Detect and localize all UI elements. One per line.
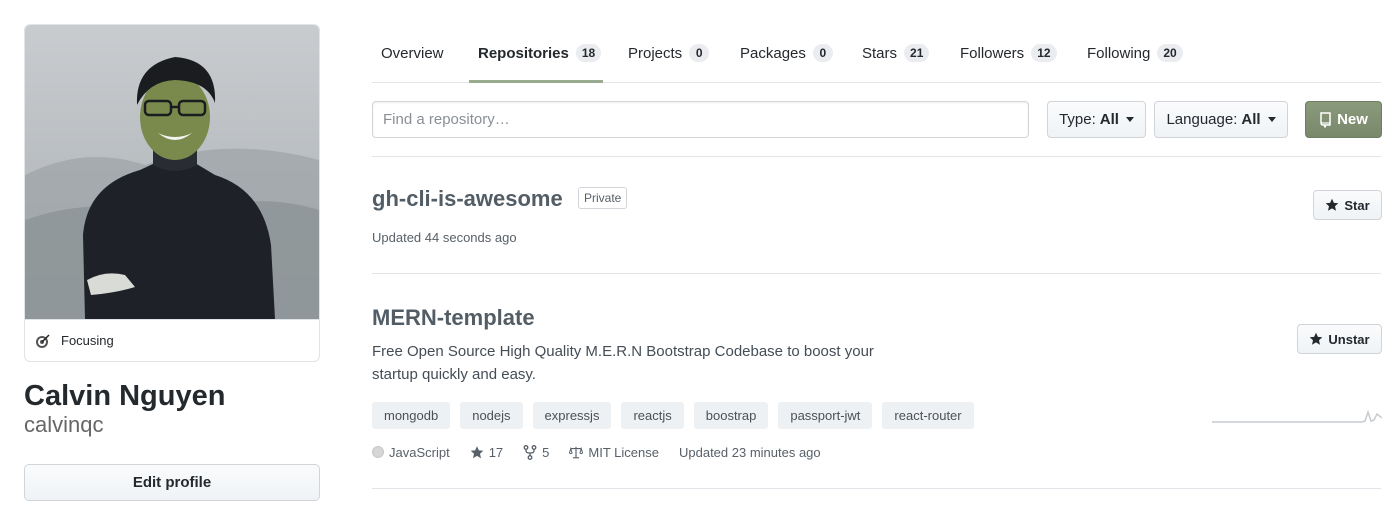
tab-overview[interactable]: Overview (381, 24, 444, 82)
tab-label: Overview (381, 44, 444, 62)
type-filter-value: All (1099, 111, 1119, 128)
repo-description-line: Free Open Source High Quality M.E.R.N Bo… (372, 343, 874, 360)
user-status[interactable]: Focusing (25, 319, 319, 361)
profile-username: calvinqc (24, 412, 104, 437)
repo-link[interactable]: gh-cli-is-awesome (372, 186, 563, 212)
repo-stars-link[interactable]: 17 (470, 445, 503, 460)
tab-label: Followers (960, 44, 1025, 62)
law-icon (569, 446, 584, 458)
profile-tabs: Overview Repositories 18 Projects 0 Pack… (372, 24, 1381, 83)
topic-tag[interactable]: reactjs (621, 402, 684, 429)
status-text: Focusing (61, 333, 114, 348)
topic-tag[interactable]: nodejs (460, 402, 523, 429)
tab-count: 12 (1031, 44, 1057, 62)
selected-tab-indicator (469, 80, 603, 83)
repo-forks-link[interactable]: 5 (523, 445, 549, 460)
tab-stars[interactable]: Stars 21 (862, 24, 930, 82)
tab-following[interactable]: Following 20 (1087, 24, 1183, 82)
target-emoji-icon (36, 333, 50, 348)
new-button-label: New (1337, 111, 1368, 128)
repo-license: MIT License (569, 445, 659, 460)
repository-search-input[interactable] (372, 101, 1029, 138)
tab-repositories[interactable]: Repositories 18 (478, 24, 602, 82)
language-filter-label: Language: (1166, 111, 1238, 128)
caret-down-icon (1125, 117, 1134, 122)
repo-link[interactable]: MERN-template (372, 305, 535, 331)
language-filter-dropdown[interactable]: Language: All (1154, 101, 1288, 138)
tab-packages[interactable]: Packages 0 (740, 24, 833, 82)
topic-tag[interactable]: react-router (882, 402, 974, 429)
tab-label: Following (1087, 44, 1151, 62)
tab-label: Repositories (478, 44, 569, 62)
avatar[interactable] (25, 25, 319, 319)
topic-tag[interactable]: boostrap (693, 402, 769, 429)
tab-label: Packages (740, 44, 806, 62)
repo-stars-count: 17 (488, 444, 504, 460)
repo-language-label: JavaScript (389, 444, 450, 460)
tab-projects[interactable]: Projects 0 (628, 24, 710, 82)
repo-meta: JavaScript 17 5 MIT License Updated 23 m… (372, 443, 841, 461)
unstar-button-label: Unstar (1328, 331, 1370, 347)
repo-language: JavaScript (372, 445, 450, 460)
star-button[interactable]: Star (1313, 190, 1382, 220)
divider (372, 156, 1381, 157)
repo-license-label: MIT License (588, 444, 659, 460)
type-filter-dropdown[interactable]: Type: All (1047, 101, 1146, 138)
tab-count: 18 (575, 44, 602, 62)
topic-tag[interactable]: passport-jwt (778, 402, 873, 429)
tab-count: 20 (1157, 44, 1183, 62)
activity-sparkline (1212, 409, 1382, 423)
type-filter-label: Type: (1059, 111, 1096, 128)
tab-count: 21 (904, 44, 930, 62)
repo-icon (1320, 111, 1331, 128)
star-icon (470, 445, 484, 458)
tab-followers[interactable]: Followers 12 (960, 24, 1057, 82)
fork-icon (523, 444, 537, 460)
star-icon (1326, 198, 1339, 211)
divider (372, 488, 1381, 489)
repo-updated-time: Updated 23 minutes ago (678, 444, 821, 460)
repo-description-line: startup quickly and easy. (372, 366, 536, 383)
tab-label: Stars (862, 44, 898, 62)
avatar-card: Focusing (24, 24, 320, 362)
language-color-dot (372, 446, 384, 458)
repo-updated-time: Updated 44 seconds ago (372, 230, 517, 245)
tab-count: 0 (689, 44, 710, 62)
profile-full-name: Calvin Nguyen (24, 380, 226, 412)
new-repository-button[interactable]: New (1305, 101, 1382, 138)
topic-tag[interactable]: expressjs (532, 402, 612, 429)
edit-profile-button[interactable]: Edit profile (24, 464, 320, 501)
language-filter-value: All (1241, 111, 1261, 128)
divider (372, 273, 1381, 274)
tab-label: Projects (628, 44, 683, 62)
star-icon (1310, 332, 1323, 345)
tab-count: 0 (812, 44, 833, 62)
repo-topics: mongodb nodejs expressjs reactjs boostra… (372, 402, 974, 429)
unstar-button[interactable]: Unstar (1297, 324, 1382, 354)
topic-tag[interactable]: mongodb (372, 402, 451, 429)
repo-forks-count: 5 (542, 444, 550, 460)
repo-description: Free Open Source High Quality M.E.R.N Bo… (372, 340, 892, 386)
caret-down-icon (1267, 117, 1276, 122)
star-button-label: Star (1344, 197, 1370, 213)
private-badge: Private (578, 187, 628, 209)
